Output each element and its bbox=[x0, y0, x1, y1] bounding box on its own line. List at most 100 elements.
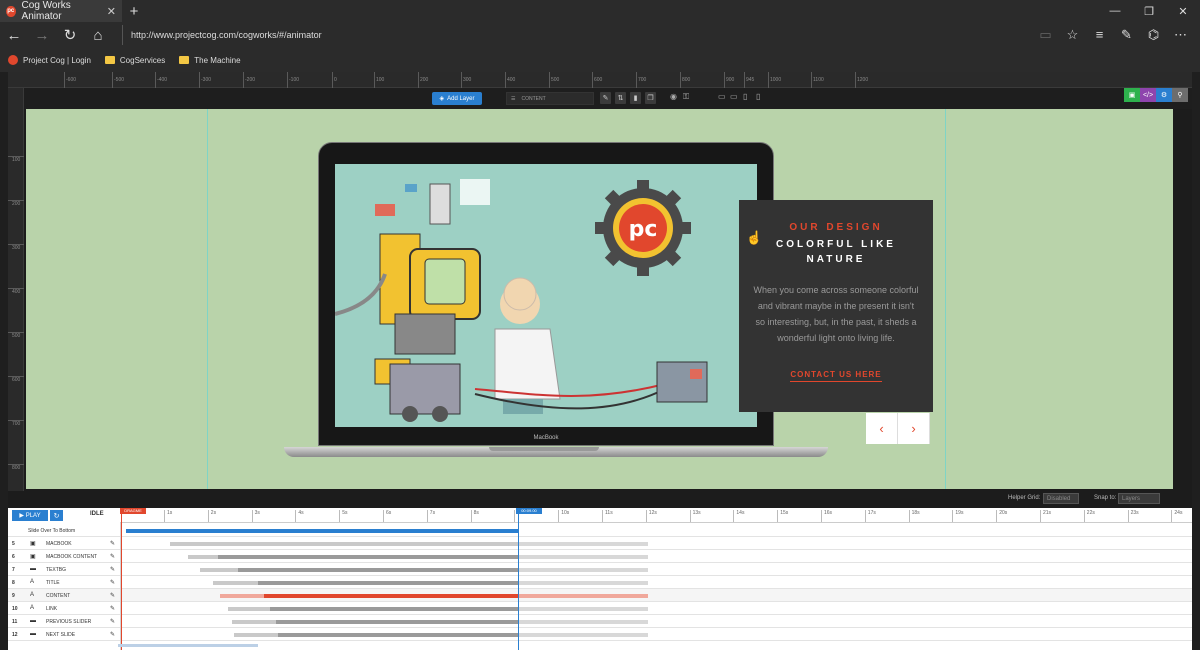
reading-view-icon[interactable]: ▭ bbox=[1032, 27, 1059, 43]
favorite-the-machine[interactable]: The Machine bbox=[179, 56, 241, 65]
settings-gear-icon[interactable]: ⚙ bbox=[1156, 88, 1172, 102]
playhead-line[interactable] bbox=[518, 508, 519, 650]
animation-bar[interactable] bbox=[518, 594, 648, 598]
favorite-cogservices[interactable]: CogServices bbox=[104, 56, 165, 65]
animation-bar[interactable] bbox=[276, 620, 518, 624]
lock-icon[interactable]: ⚿ bbox=[683, 92, 689, 102]
content-layer[interactable]: When you come across someone colorful an… bbox=[739, 282, 933, 346]
edit-row-icon[interactable]: ✎ bbox=[110, 553, 115, 560]
back-arrow-icon[interactable]: ← bbox=[0, 27, 28, 44]
edit-row-icon[interactable]: ✎ bbox=[110, 631, 115, 638]
save-icon[interactable]: ▣ bbox=[1124, 88, 1140, 102]
minimize-button[interactable]: — bbox=[1098, 5, 1132, 18]
animation-bar[interactable] bbox=[218, 555, 518, 559]
textbg-layer[interactable]: OUR DESIGN COLORFUL LIKE NATURE When you… bbox=[739, 200, 933, 412]
animation-bar[interactable] bbox=[518, 633, 648, 637]
animation-bar[interactable] bbox=[188, 555, 218, 559]
animation-bar[interactable] bbox=[238, 568, 518, 572]
next-slide-button[interactable]: › bbox=[898, 413, 930, 444]
macbook-content-layer[interactable]: pc bbox=[335, 164, 757, 427]
timeline-row[interactable]: 8 A ✎ TITLE bbox=[8, 576, 1192, 589]
subtitle-text[interactable]: COLORFUL LIKE NATURE bbox=[739, 237, 933, 267]
edit-row-icon[interactable]: ✎ bbox=[110, 579, 115, 586]
close-window-button[interactable]: ✕ bbox=[1166, 5, 1200, 18]
phone-view-icon[interactable]: ▯ bbox=[756, 92, 760, 101]
animation-bar[interactable] bbox=[258, 581, 518, 585]
animation-bar[interactable] bbox=[518, 568, 648, 572]
add-layer-button[interactable]: ◈ Add Layer bbox=[432, 92, 482, 105]
horizontal-ruler[interactable]: -600 -500 -400 -300 -200 -100 0 100 200 300 400 500… bbox=[8, 72, 1192, 88]
timeline-row[interactable]: 5 ▣ ✎ MACBOOK bbox=[8, 537, 1192, 550]
animation-bar[interactable] bbox=[228, 607, 270, 611]
canvas-stage[interactable]: pc MacBook OUR DESIGN COLORFUL LIKE NATU… bbox=[26, 109, 1173, 489]
timeline-row[interactable]: Slide Over To Bottom bbox=[8, 524, 1192, 537]
guide-line-right[interactable] bbox=[945, 109, 946, 489]
animation-bar[interactable] bbox=[518, 620, 648, 624]
animation-bar[interactable] bbox=[278, 633, 518, 637]
swap-icon[interactable]: ⇅ bbox=[615, 92, 626, 104]
favorite-star-icon[interactable]: ☆ bbox=[1059, 27, 1086, 43]
animation-bar[interactable] bbox=[518, 555, 648, 559]
edit-icon[interactable]: ✎ bbox=[600, 92, 611, 104]
previous-slider-button[interactable]: ‹ bbox=[866, 413, 898, 444]
maximize-button[interactable]: ❐ bbox=[1132, 5, 1166, 18]
timeline-scrollbar[interactable] bbox=[118, 644, 258, 647]
share-icon[interactable]: ⌬ bbox=[1140, 27, 1167, 43]
animation-bar[interactable] bbox=[170, 542, 518, 546]
animation-bar[interactable] bbox=[264, 594, 518, 598]
snap-to-select[interactable]: Layers bbox=[1118, 493, 1160, 504]
macbook-layer[interactable]: pc MacBook bbox=[318, 142, 774, 446]
timeline-row[interactable]: 10 A ✎ LINK bbox=[8, 602, 1192, 615]
animation-bar[interactable] bbox=[518, 581, 648, 585]
animation-bar[interactable] bbox=[518, 607, 648, 611]
laptop-view-icon[interactable]: ▭ bbox=[730, 92, 738, 101]
timeline-row[interactable]: 11 ▬ ✎ PREVIOUS SLIDER bbox=[8, 615, 1192, 628]
dragme-marker[interactable]: DRAGME bbox=[120, 508, 146, 514]
browser-tab[interactable]: pc Cog Works Animator ✕ bbox=[0, 0, 122, 22]
playhead-time[interactable]: 00:09.00 bbox=[516, 508, 542, 514]
eye-icon[interactable]: ◉ bbox=[670, 92, 677, 101]
more-icon[interactable]: ⋯ bbox=[1167, 27, 1194, 43]
helper-grid-select[interactable]: Disabled bbox=[1043, 493, 1079, 504]
animation-bar[interactable] bbox=[232, 620, 276, 624]
contact-link[interactable]: CONTACT US HERE bbox=[790, 370, 882, 382]
tab-close-icon[interactable]: ✕ bbox=[107, 5, 116, 18]
timeline-row[interactable]: 12 ▬ ✎ NEXT SLIDE bbox=[8, 628, 1192, 641]
timeline-row[interactable]: 6 ▣ ✎ MACBOOK CONTENT bbox=[8, 550, 1192, 563]
timeline-ruler[interactable]: DRAGME 00:09.00 1s 2s 3s 4s 5s 6s 7s 8s 10s 11s 12… bbox=[120, 508, 1192, 523]
favorite-project-cog[interactable]: Project Cog | Login bbox=[8, 55, 91, 65]
web-note-icon[interactable]: ✎ bbox=[1113, 27, 1140, 43]
timeline-row[interactable]: 9 A ✎ CONTENT bbox=[8, 589, 1192, 602]
animation-bar[interactable] bbox=[213, 581, 258, 585]
animation-bar[interactable] bbox=[220, 594, 264, 598]
hub-icon[interactable]: ≡ bbox=[1086, 27, 1113, 43]
layer-select[interactable]: ☰ CONTENT bbox=[506, 92, 594, 105]
zoom-icon[interactable]: ⚲ bbox=[1172, 88, 1188, 102]
tablet-view-icon[interactable]: ▯ bbox=[743, 92, 747, 101]
play-button[interactable]: ▶ PLAY bbox=[12, 510, 48, 521]
duplicate-icon[interactable]: ❐ bbox=[645, 92, 656, 104]
animation-bar[interactable] bbox=[270, 607, 518, 611]
url-field[interactable]: http://www.projectcog.com/cogworks/#/ani… bbox=[122, 25, 1022, 45]
loop-button[interactable]: ↻ bbox=[50, 510, 63, 521]
home-icon[interactable]: ⌂ bbox=[84, 27, 112, 44]
code-icon[interactable]: </> bbox=[1140, 88, 1156, 102]
forward-arrow-icon[interactable]: → bbox=[28, 27, 56, 44]
animation-bar[interactable] bbox=[234, 633, 278, 637]
animation-bar[interactable] bbox=[518, 542, 648, 546]
vertical-ruler[interactable]: 100 200 300 400 500 600 700 800 bbox=[8, 88, 24, 508]
edit-row-icon[interactable]: ✎ bbox=[110, 605, 115, 612]
new-tab-button[interactable]: + bbox=[122, 3, 146, 20]
animation-bar[interactable] bbox=[126, 529, 518, 533]
animation-bar[interactable] bbox=[200, 568, 238, 572]
timeline-row[interactable]: 7 ▬ ✎ TEXTBG bbox=[8, 563, 1192, 576]
edit-row-icon[interactable]: ✎ bbox=[110, 540, 115, 547]
link-layer[interactable]: CONTACT US HERE bbox=[739, 370, 933, 382]
guide-line-left[interactable] bbox=[207, 109, 208, 489]
edit-row-icon[interactable]: ✎ bbox=[110, 566, 115, 573]
edit-row-icon[interactable]: ✎ bbox=[110, 618, 115, 625]
edit-row-icon[interactable]: ✎ bbox=[110, 592, 115, 599]
desktop-view-icon[interactable]: ▭ bbox=[718, 92, 726, 101]
trash-icon[interactable]: ▮ bbox=[630, 92, 641, 104]
refresh-icon[interactable]: ↻ bbox=[56, 26, 84, 44]
